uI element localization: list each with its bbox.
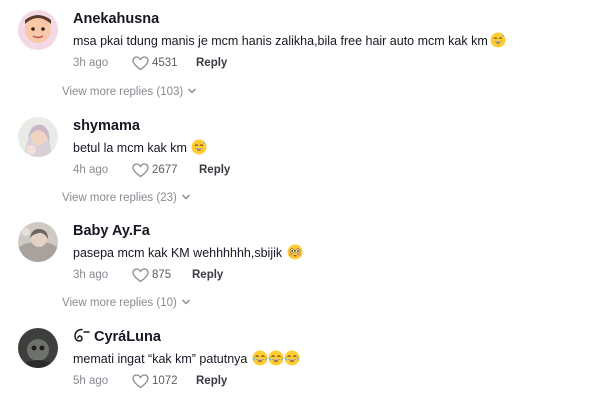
avatar[interactable] bbox=[18, 117, 58, 157]
avatar[interactable] bbox=[18, 10, 58, 50]
view-more-replies[interactable]: View more replies (103) bbox=[62, 86, 197, 98]
view-more-replies-label: View more replies (10) bbox=[62, 297, 177, 310]
heart-outline-icon[interactable] bbox=[132, 56, 149, 74]
live-badge-icon bbox=[73, 328, 91, 348]
username-label: CyráLuna bbox=[94, 329, 161, 345]
username[interactable]: shymama bbox=[73, 117, 140, 135]
tears-of-joy-emoji bbox=[284, 350, 300, 371]
reply-button[interactable]: Reply bbox=[199, 164, 230, 176]
comment-text: msa pkai tdung manis je mcm hanis zalikh… bbox=[73, 32, 506, 53]
username[interactable]: Anekahusna bbox=[73, 10, 159, 28]
comment-text: memati ingat “kak km” patutnya bbox=[73, 350, 300, 371]
avatar[interactable] bbox=[18, 328, 58, 368]
comment-text: betul la mcm kak km bbox=[73, 139, 207, 160]
sweat-smile-emoji bbox=[490, 32, 506, 53]
comment-text: pasepa mcm kak KM wehhhhhh,sbijik bbox=[73, 244, 303, 265]
view-more-replies[interactable]: View more replies (10) bbox=[62, 297, 191, 309]
like-count: 1072 bbox=[152, 375, 178, 387]
comment-text-body: pasepa mcm kak KM wehhhhhh,sbijik bbox=[73, 246, 283, 260]
reply-button[interactable]: Reply bbox=[192, 269, 223, 281]
reply-button[interactable]: Reply bbox=[196, 57, 227, 69]
comment-time: 3h ago bbox=[73, 269, 109, 281]
avatar[interactable] bbox=[18, 222, 58, 262]
tears-of-joy-emoji bbox=[252, 350, 268, 371]
like-count: 2677 bbox=[152, 164, 178, 176]
comment-time: 3h ago bbox=[73, 57, 109, 69]
comment-time: 5h ago bbox=[73, 375, 109, 387]
comment-text-body: memati ingat “kak km” patutnya bbox=[73, 352, 248, 366]
chevron-down-icon bbox=[181, 297, 191, 309]
heart-outline-icon[interactable] bbox=[132, 268, 149, 286]
flushed-face-emoji bbox=[287, 244, 303, 265]
chevron-down-icon bbox=[181, 192, 191, 204]
username[interactable]: Baby Ay.Fa bbox=[73, 222, 150, 240]
like-count: 4531 bbox=[152, 57, 178, 69]
comment-text-body: betul la mcm kak km bbox=[73, 141, 187, 155]
view-more-replies-label: View more replies (23) bbox=[62, 192, 177, 205]
view-more-replies-label: View more replies (103) bbox=[62, 86, 184, 99]
view-more-replies[interactable]: View more replies (23) bbox=[62, 192, 191, 204]
username[interactable]: CyráLuna bbox=[73, 328, 161, 348]
comment-text-body: msa pkai tdung manis je mcm hanis zalikh… bbox=[73, 34, 488, 48]
comment-time: 4h ago bbox=[73, 164, 109, 176]
chevron-down-icon bbox=[187, 86, 197, 98]
sweat-smile-emoji bbox=[191, 139, 207, 160]
like-count: 875 bbox=[152, 269, 172, 281]
reply-button[interactable]: Reply bbox=[196, 375, 227, 387]
heart-outline-icon[interactable] bbox=[132, 163, 149, 181]
tears-of-joy-emoji bbox=[268, 350, 284, 371]
heart-outline-icon[interactable] bbox=[132, 374, 149, 392]
